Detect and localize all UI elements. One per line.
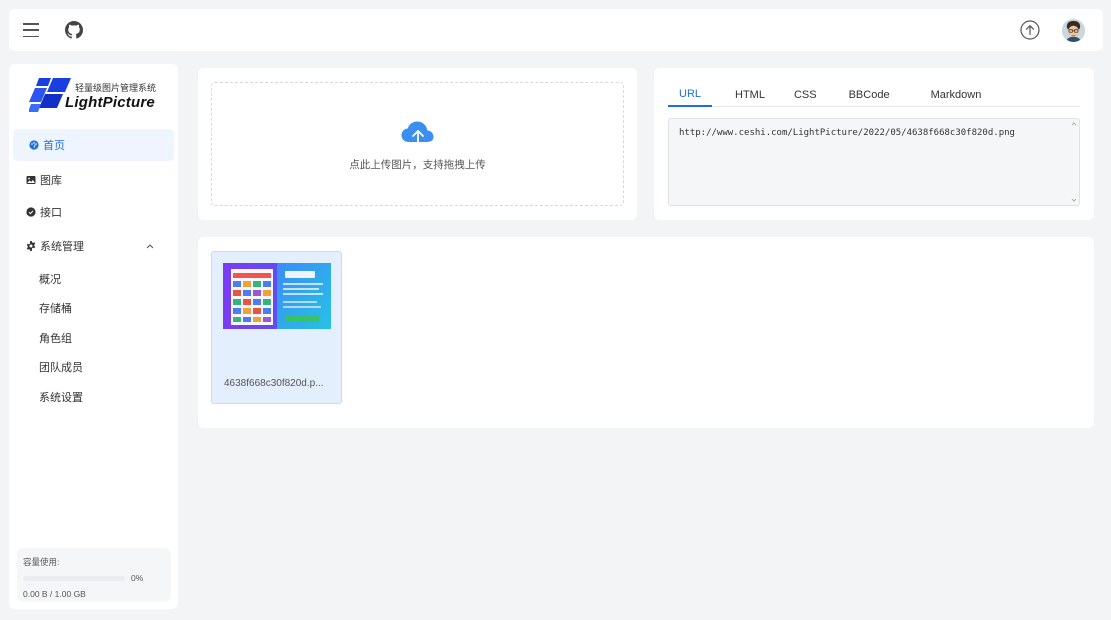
- upload-hint: 点此上传图片，支持拖拽上传: [349, 159, 486, 171]
- upload-card: 点此上传图片，支持拖拽上传: [198, 68, 637, 220]
- link-format-card: URL HTML CSS BBCode Markdown http://www.…: [654, 68, 1094, 220]
- tab-css[interactable]: CSS: [783, 82, 828, 107]
- link-output-text: http://www.ceshi.com/LightPicture/2022/0…: [679, 128, 1015, 138]
- image-filename: 4638f668c30f820d.p...: [224, 378, 324, 389]
- chevron-up-icon[interactable]: [146, 243, 154, 249]
- sidebar-item-label: 图库: [40, 175, 62, 187]
- sidebar-item-label: 首页: [43, 140, 65, 152]
- link-format-tabs: URL HTML CSS BBCode Markdown: [668, 82, 1080, 107]
- sidebar-item-home[interactable]: 首页: [13, 129, 174, 161]
- github-icon[interactable]: [65, 21, 83, 39]
- tab-html[interactable]: HTML: [723, 82, 777, 107]
- system-submenu: 概况 存储桶 角色组 团队成员 系统设置: [9, 264, 178, 412]
- upload-dropzone[interactable]: 点此上传图片，支持拖拽上传: [211, 82, 624, 206]
- image-card[interactable]: 4638f668c30f820d.p...: [211, 251, 342, 404]
- tab-markdown[interactable]: Markdown: [920, 82, 993, 107]
- upload-circle-icon[interactable]: [1020, 20, 1040, 40]
- logo-subtitle: 轻量级图片管理系统: [75, 83, 157, 93]
- image-thumbnail: [223, 263, 331, 329]
- image-icon: [26, 176, 36, 184]
- gear-icon: [26, 241, 36, 251]
- user-avatar[interactable]: [1062, 18, 1085, 42]
- tab-url[interactable]: URL: [668, 82, 713, 107]
- top-header: [9, 9, 1103, 51]
- hamburger-icon[interactable]: [23, 23, 39, 37]
- sidebar-subitem-roles[interactable]: 角色组: [9, 323, 178, 353]
- logo-title: LightPicture: [65, 94, 155, 111]
- sidebar-item-label: 系统管理: [40, 241, 84, 253]
- sidebar-item-gallery[interactable]: 图库: [9, 164, 178, 196]
- sidebar-nav: 首页 图库 接口 系统管理 概况 存储桶 角色组 团队成员 系统设置: [9, 129, 178, 412]
- storage-size: 0.00 B / 1.00 GB: [23, 589, 86, 599]
- sidebar-subitem-settings[interactable]: 系统设置: [9, 382, 178, 412]
- sidebar-subitem-members[interactable]: 团队成员: [9, 353, 178, 383]
- sidebar-item-api[interactable]: 接口: [9, 196, 178, 228]
- recent-uploads-card: 4638f668c30f820d.p...: [198, 237, 1094, 428]
- textarea-scrollbar[interactable]: [1071, 121, 1077, 203]
- link-output-textarea[interactable]: http://www.ceshi.com/LightPicture/2022/0…: [668, 118, 1080, 206]
- dashboard-icon: [29, 140, 39, 150]
- storage-percent: 0%: [131, 573, 144, 583]
- sidebar-item-label: 接口: [40, 207, 62, 219]
- storage-usage-panel: 容量使用: 0% 0.00 B / 1.00 GB: [17, 548, 171, 602]
- storage-label: 容量使用:: [23, 557, 60, 567]
- sidebar: 轻量级图片管理系统 LightPicture 首页 图库 接口 系统管理 概况 …: [9, 64, 178, 609]
- tab-bbcode[interactable]: BBCode: [838, 82, 901, 107]
- storage-progress-bar: [23, 575, 125, 581]
- api-icon: [26, 207, 36, 217]
- sidebar-subitem-buckets[interactable]: 存储桶: [9, 294, 178, 324]
- cloud-upload-icon: [401, 121, 434, 148]
- app-logo[interactable]: 轻量级图片管理系统 LightPicture: [29, 78, 169, 114]
- sidebar-item-system[interactable]: 系统管理: [9, 230, 178, 262]
- sidebar-subitem-overview[interactable]: 概况: [9, 264, 178, 294]
